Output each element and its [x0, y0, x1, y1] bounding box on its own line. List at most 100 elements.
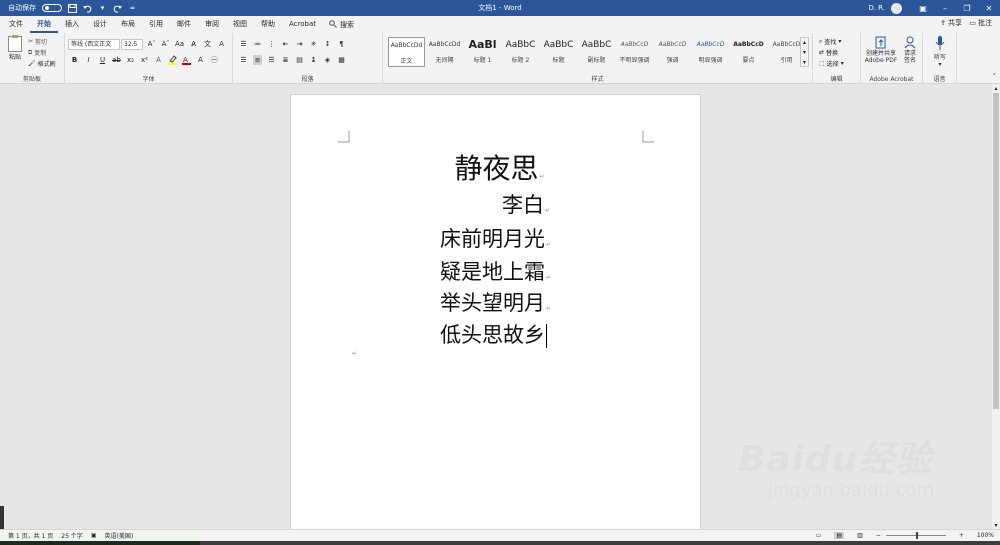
save-icon[interactable] — [68, 3, 77, 13]
word-count[interactable]: 25 个字 — [61, 531, 83, 540]
autosave-toggle[interactable] — [42, 4, 62, 12]
restore-icon[interactable]: ❐ — [956, 0, 978, 16]
align-right-icon[interactable]: ☰ — [267, 55, 276, 65]
scroll-down-icon[interactable]: ▾ — [992, 522, 1000, 529]
cut-button[interactable]: ✂ 剪切 — [28, 37, 47, 46]
style-item-1[interactable]: AaBbCcDd 无间隔 — [426, 37, 463, 67]
search-box[interactable]: 搜索 — [323, 19, 360, 30]
multilevel-list-icon[interactable]: ⋮ — [267, 39, 276, 49]
request-signature-button[interactable]: 请求签名 — [899, 36, 921, 64]
undo-icon[interactable] — [83, 4, 92, 13]
style-item-9[interactable]: AaBbCcD 要点 — [730, 37, 767, 67]
show-marks-icon[interactable]: ¶ — [337, 39, 346, 49]
minimize-icon[interactable]: – — [934, 0, 956, 16]
tab-9[interactable]: 帮助 — [254, 16, 282, 33]
distributed-icon[interactable]: ▤ — [295, 55, 304, 65]
enclose-character-icon[interactable]: ㊀ — [210, 55, 219, 65]
highlight-icon[interactable] — [168, 55, 177, 65]
italic-icon[interactable]: I — [84, 55, 93, 65]
find-button[interactable]: ⌕ 查找 ▾ — [819, 37, 841, 47]
grow-font-icon[interactable]: A ˄ — [147, 39, 156, 49]
zoom-level[interactable]: 100% — [977, 532, 994, 539]
zoom-in-icon[interactable]: + — [959, 532, 964, 539]
strikethrough-icon[interactable]: ab — [112, 55, 121, 65]
tab-4[interactable]: 布局 — [114, 16, 142, 33]
line-spacing-icon[interactable]: ↨ — [309, 55, 318, 65]
dictate-button[interactable]: 听写 ▾ — [926, 36, 954, 68]
avatar[interactable] — [891, 2, 902, 14]
chevron-down-icon[interactable]: ▾ — [98, 4, 107, 13]
read-mode-icon[interactable]: ▭ — [816, 532, 822, 539]
subscript-icon[interactable]: x₂ — [126, 55, 135, 65]
tab-7[interactable]: 审阅 — [198, 16, 226, 33]
vertical-scrollbar[interactable]: ▴ ▾ — [992, 85, 1000, 529]
tab-10[interactable]: Acrobat — [282, 16, 323, 33]
proofing-icon[interactable]: ▣ — [91, 532, 97, 539]
tab-3[interactable]: 设计 — [86, 16, 114, 33]
comments-button[interactable]: ▭ 批注 — [969, 18, 992, 28]
customize-toolbar-icon[interactable]: ≂ — [128, 4, 137, 13]
justify-icon[interactable]: ≣ — [281, 55, 290, 65]
style-item-8[interactable]: AaBbCcD 明显强调 — [692, 37, 729, 67]
language[interactable]: 英语(美国) — [104, 531, 133, 540]
page-count[interactable]: 第 1 页，共 1 页 — [8, 531, 53, 540]
change-case-icon[interactable]: Aa — [175, 39, 184, 49]
align-center-icon[interactable]: ≡ — [253, 55, 262, 65]
decrease-indent-icon[interactable]: ⇤ — [281, 39, 290, 49]
phonetic-guide-icon[interactable]: 文 — [203, 39, 212, 49]
create-share-pdf-button[interactable]: 创建并共享 Adobe PDF — [863, 36, 899, 64]
shading-icon[interactable]: ◈ — [323, 55, 332, 65]
close-icon[interactable]: ✕ — [978, 0, 1000, 16]
style-item-6[interactable]: AaBbCcD 不明显强调 — [616, 37, 653, 67]
text-effects-icon[interactable]: A — [154, 55, 163, 65]
tab-2[interactable]: 插入 — [58, 16, 86, 33]
user-name[interactable]: D. R. — [868, 4, 885, 12]
align-left-icon[interactable]: ☰ — [239, 55, 248, 65]
scroll-up-icon[interactable]: ▴ — [992, 85, 1000, 92]
chinese-layout-icon[interactable]: ✳ — [309, 39, 318, 49]
character-shading-icon[interactable]: A — [196, 55, 205, 65]
print-layout-icon[interactable]: ▤ — [834, 532, 845, 539]
tab-5[interactable]: 引用 — [142, 16, 170, 33]
increase-indent-icon[interactable]: ⇥ — [295, 39, 304, 49]
tab-6[interactable]: 邮件 — [170, 16, 198, 33]
bullets-icon[interactable]: ☰ — [239, 39, 248, 49]
style-item-3[interactable]: AaBbC 标题 2 — [502, 37, 539, 67]
font-color-icon[interactable]: A — [182, 55, 191, 65]
character-border-icon[interactable]: A — [217, 39, 226, 49]
collapse-ribbon-icon[interactable]: ˄ — [993, 73, 997, 81]
underline-icon[interactable]: U — [98, 55, 107, 65]
style-item-4[interactable]: AaBbC 标题 — [540, 37, 577, 67]
sort-icon[interactable]: ↕ — [323, 39, 332, 49]
format-painter-button[interactable]: 🖌 格式刷 — [28, 59, 56, 68]
style-item-7[interactable]: AaBbCcD 强调 — [654, 37, 691, 67]
style-item-2[interactable]: AaBl 标题 1 — [464, 37, 501, 67]
document-page[interactable]: 静夜思↵ 李白↵ 床前明月光↵ 疑是地上霜↵ 举头望明月↵ 低头思故乡 ↵ — [290, 94, 701, 534]
zoom-out-icon[interactable]: − — [876, 532, 881, 539]
web-layout-icon[interactable]: ▥ — [857, 532, 863, 539]
shrink-font-icon[interactable]: A ˅ — [161, 39, 170, 49]
copy-button[interactable]: ⧉ 复制 — [28, 48, 46, 58]
zoom-slider[interactable] — [885, 532, 946, 539]
replace-button[interactable]: ⇄ 替换 — [819, 48, 838, 57]
redo-icon[interactable] — [113, 4, 122, 13]
style-item-0[interactable]: AaBbCcDd 正文 — [388, 37, 425, 67]
clear-format-icon[interactable]: A̷ — [189, 39, 198, 49]
tab-1[interactable]: 开始 — [30, 16, 58, 33]
tab-8[interactable]: 视图 — [226, 16, 254, 33]
font-name-box[interactable]: 等线 (西文正文 — [68, 39, 120, 50]
share-button[interactable]: ⇪ 共享 — [940, 18, 962, 28]
select-button[interactable]: ⬚ 选择 ▾ — [819, 59, 844, 68]
tab-0[interactable]: 文件 — [2, 16, 30, 33]
ribbon-display-options-icon[interactable]: ▣ — [912, 0, 934, 16]
styles-scroll[interactable]: ▴ ▾ ▾ — [800, 37, 809, 67]
font-size-box[interactable]: 32.5 — [121, 39, 143, 50]
paste-button[interactable]: 粘贴 — [6, 35, 24, 61]
bold-icon[interactable]: B — [70, 55, 79, 65]
superscript-icon[interactable]: x² — [140, 55, 149, 65]
scroll-thumb[interactable] — [993, 93, 999, 409]
style-item-5[interactable]: AaBbC 副标题 — [578, 37, 615, 67]
numbering-icon[interactable]: ≔ — [253, 39, 262, 49]
poem-author: 李白 — [502, 193, 544, 217]
borders-icon[interactable]: ▦ — [337, 55, 346, 65]
